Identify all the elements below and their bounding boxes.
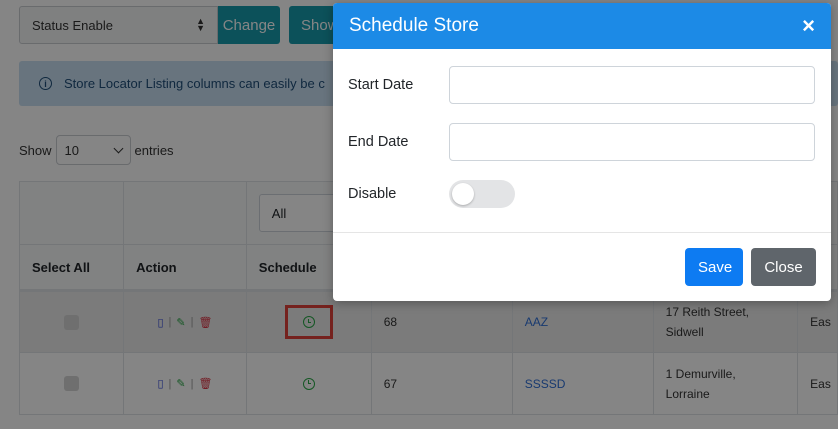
start-date-row: Start Date xyxy=(348,66,815,104)
modal-body: Start Date End Date Disable xyxy=(333,49,831,208)
close-icon[interactable]: × xyxy=(802,15,815,37)
modal-title: Schedule Store xyxy=(349,15,479,36)
schedule-store-modal: Schedule Store × Start Date End Date Dis… xyxy=(333,3,831,301)
end-date-row: End Date xyxy=(348,123,815,161)
disable-toggle[interactable] xyxy=(449,180,515,208)
start-date-label: Start Date xyxy=(348,77,414,93)
end-date-input[interactable] xyxy=(449,123,815,161)
close-button[interactable]: Close xyxy=(751,248,816,286)
disable-row: Disable xyxy=(348,180,815,208)
modal-header: Schedule Store × xyxy=(333,3,831,49)
end-date-label: End Date xyxy=(348,134,409,150)
start-date-input[interactable] xyxy=(449,66,815,104)
save-button[interactable]: Save xyxy=(685,248,743,286)
modal-footer: Save Close xyxy=(333,232,831,301)
disable-label: Disable xyxy=(348,186,397,202)
toggle-knob xyxy=(452,183,474,205)
